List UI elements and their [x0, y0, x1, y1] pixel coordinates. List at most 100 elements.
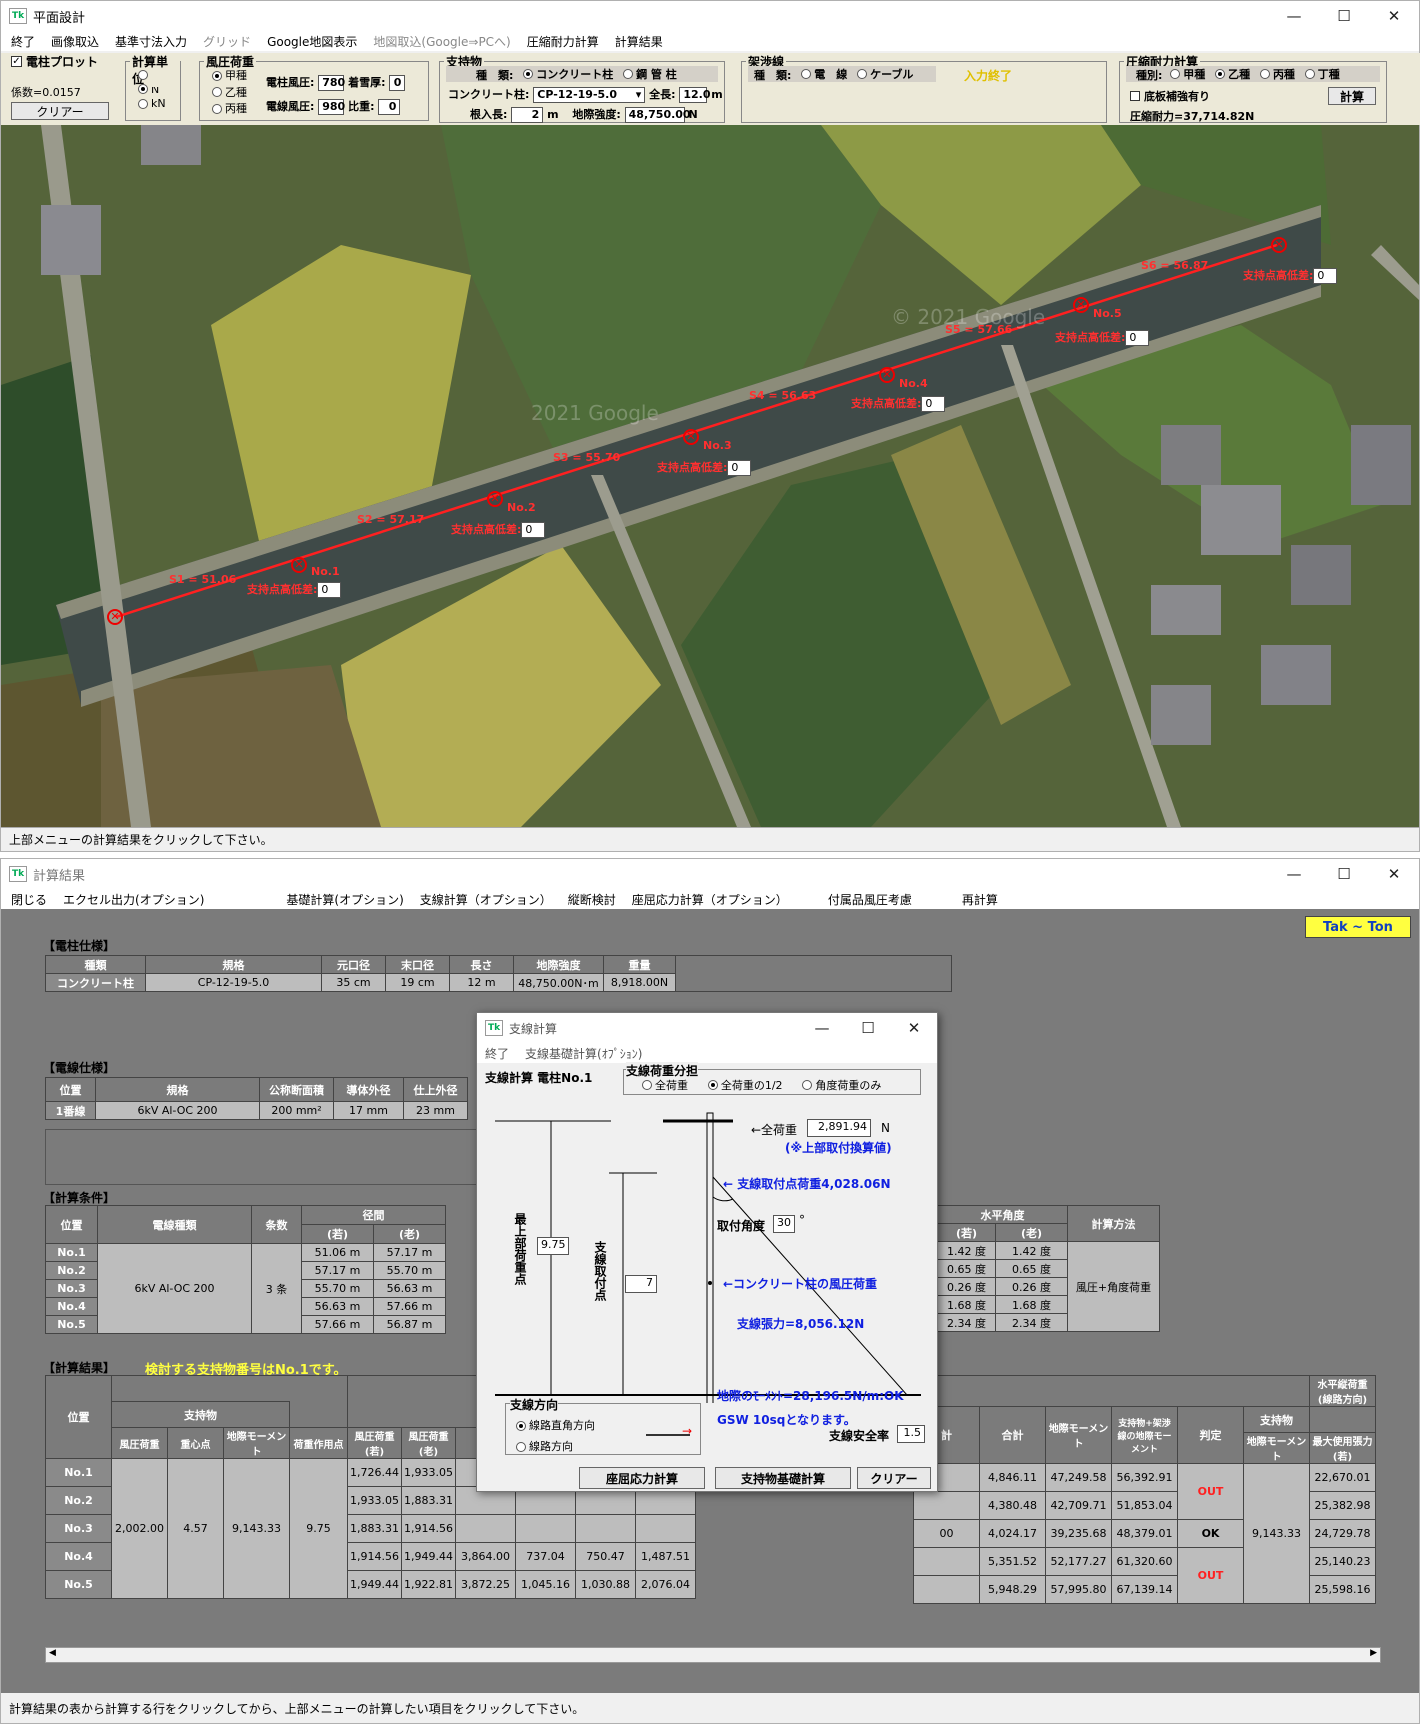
height-diff-input-4[interactable]: 0 — [921, 396, 946, 412]
menu-accessory-wind[interactable]: 付属品風圧考慮 — [828, 891, 912, 908]
scroll-right-icon[interactable]: ▶ — [1370, 1648, 1377, 1658]
wind-class-a[interactable]: 甲種 — [212, 68, 247, 83]
pole-select[interactable]: CP-12-19-5.0 ▾ — [533, 87, 646, 103]
menu-grid[interactable]: グリッド — [203, 33, 251, 50]
pole-marker-start[interactable]: ✕ — [107, 609, 123, 625]
minimize-icon[interactable]: — — [1269, 1, 1319, 31]
wire-type-electric[interactable]: 電 線 — [801, 66, 847, 82]
unit-kn[interactable]: kN — [138, 97, 166, 110]
type-concrete[interactable]: コンクリート柱 — [523, 66, 613, 82]
menu-google-map[interactable]: Google地図表示 — [267, 33, 357, 50]
menu-buckling[interactable]: 座屈応力計算（オプション） — [632, 891, 788, 908]
menu-base-dimension[interactable]: 基準寸法入力 — [115, 33, 187, 50]
load-full[interactable]: 全荷重 — [642, 1077, 688, 1093]
wire-wind-input[interactable]: 980 — [318, 99, 345, 115]
menu-map-import[interactable]: 地図取込(Google⇒PCへ) — [373, 33, 510, 50]
close-icon[interactable]: ✕ — [1369, 859, 1419, 889]
pole-spec-table: 種類 規格 元口径 末口径 長さ 地際強度 重量 コンクリート柱 CP-12-1… — [45, 955, 952, 992]
minimize-icon[interactable]: — — [1269, 859, 1319, 889]
menu-recalc[interactable]: 再計算 — [962, 891, 998, 908]
embed-input[interactable]: 2 — [511, 107, 544, 123]
dir-along[interactable]: 線路方向 — [516, 1437, 573, 1457]
ratio-input[interactable]: 0 — [378, 99, 401, 115]
menu-image-import[interactable]: 画像取込 — [51, 33, 99, 50]
wind-class-c[interactable]: 丙種 — [212, 101, 247, 116]
total-load-input[interactable]: 2,891.94 — [807, 1119, 871, 1137]
pole-wind-input[interactable]: 780 — [318, 75, 345, 91]
conditions-table-right: 水平角度 計算方法 (若) (老) 1.42 度 1.42 度風圧+角度荷重 0.… — [937, 1205, 1160, 1332]
close-icon[interactable]: ✕ — [891, 1013, 937, 1043]
height-diff-input-5[interactable]: 0 — [1125, 330, 1150, 346]
table-row[interactable]: No.1 6kV Al-OC 200 3 条 51.06 m 57.17 m — [45, 1243, 446, 1334]
dialog-menu-foundation[interactable]: 支線基礎計算(ｵﾌﾟｼｮﾝ) — [525, 1045, 642, 1062]
plan-status-bar: 上部メニューの計算結果をクリックして下さい。 — [1, 827, 1419, 851]
pole-spec-title: 【電柱仕様】 — [43, 939, 116, 953]
foundation-calc-button[interactable]: 支持物基礎計算 — [715, 1467, 851, 1489]
comp-class-b[interactable]: 乙種 — [1215, 66, 1250, 82]
height-diff-input-3[interactable]: 0 — [727, 460, 752, 476]
pole-label-2: No.2 — [507, 501, 536, 514]
comp-class-c[interactable]: 丙種 — [1259, 66, 1295, 82]
maximize-icon[interactable]: ☐ — [1319, 859, 1369, 889]
table-row[interactable]: 1番線 6kV Al-OC 200 200 mm² 17 mm 23 mm — [45, 1101, 468, 1120]
menu-exit[interactable]: 終了 — [11, 33, 35, 50]
angle-input[interactable]: 30 — [773, 1215, 795, 1233]
pole-marker-end[interactable]: ✕ — [1271, 237, 1287, 253]
plan-titlebar: Tk 平面設計 — ☐ ✕ — [1, 1, 1419, 31]
maximize-icon[interactable]: ☐ — [1319, 1, 1369, 31]
menu-compression[interactable]: 圧縮耐力計算 — [527, 33, 599, 50]
attach-point-label: 支線取付点 — [593, 1241, 607, 1301]
clear-button[interactable]: クリアー — [11, 102, 109, 120]
menu-excel[interactable]: エクセル出力(オプション) — [63, 891, 204, 908]
buckling-calc-button[interactable]: 座屈応力計算 — [579, 1467, 705, 1489]
plot-checkbox[interactable]: ✓ 電柱プロット — [11, 53, 121, 70]
moment-text: 地際のﾓｰﾒﾝﾄ=28,196.5N/m:OK — [717, 1389, 904, 1403]
menu-results[interactable]: 計算結果 — [615, 33, 663, 50]
type-steel[interactable]: 鋼 管 柱 — [623, 66, 677, 82]
close-icon[interactable]: ✕ — [1369, 1, 1419, 31]
pole-marker-5[interactable]: ✕ — [1073, 297, 1089, 313]
height-diff-input-6[interactable]: 0 — [1313, 268, 1338, 284]
pole-marker-3[interactable]: ✕ — [683, 429, 699, 445]
snow-input[interactable]: 0 — [389, 75, 406, 91]
pole-marker-4[interactable]: ✕ — [879, 367, 895, 383]
table-row[interactable]: コンクリート柱 CP-12-19-5.0 35 cm 19 cm 12 m 48… — [45, 973, 952, 992]
span-label-6: S6 = 56.87 — [1141, 259, 1209, 272]
compression-calc-button[interactable]: 計算 — [1328, 87, 1376, 105]
top-point-input[interactable]: 9.75 — [537, 1237, 569, 1255]
table-row[interactable]: 4,846.11 47,249.58 56,392.91 OUT 9,143.3… — [913, 1463, 1376, 1604]
comp-class-d[interactable]: 丁種 — [1304, 66, 1340, 82]
results-title: 【計算結果】 — [43, 1361, 116, 1375]
load-angle-only[interactable]: 角度荷重のみ — [802, 1077, 881, 1093]
strength-input[interactable]: 48,750.00 — [624, 107, 691, 123]
horizontal-scrollbar[interactable]: ◀ ▶ — [45, 1647, 1381, 1663]
attach-point-input[interactable]: 7 — [625, 1275, 657, 1293]
pole-marker-1[interactable]: ✕ — [291, 557, 307, 573]
height-diff-input-2[interactable]: 0 — [521, 522, 546, 538]
menu-longitudinal[interactable]: 縦断検討 — [568, 891, 616, 908]
comp-class-a[interactable]: 甲種 — [1170, 66, 1205, 82]
col-type: 種類 — [45, 955, 146, 974]
dialog-menu-exit[interactable]: 終了 — [485, 1045, 509, 1062]
safety-input[interactable]: 1.5 — [897, 1425, 925, 1443]
aerial-map[interactable]: ✕ ✕ ✕ ✕ ✕ ✕ ✕ S1 = 51.06 S2 = 57.17 S3 =… — [1, 125, 1419, 827]
menu-guy-calc[interactable]: 支線計算（オプション） — [420, 891, 552, 908]
conditions-table-left: 位置 電線種類 条数 径間 (若) (老) No.1 6kV Al-OC 200… — [45, 1205, 446, 1334]
wind-class-b[interactable]: 乙種 — [212, 85, 247, 100]
menu-foundation[interactable]: 基礎計算(オプション) — [286, 891, 403, 908]
height-diff-input-1[interactable]: 0 — [317, 582, 342, 598]
wire-spec-table: 位置 規格 公称断面積 導体外径 仕上外径 1番線 6kV Al-OC 200 … — [45, 1077, 468, 1120]
minimize-icon[interactable]: — — [799, 1013, 845, 1043]
dir-perpendicular[interactable]: 線路直角方向 — [516, 1416, 595, 1436]
reinforce-checkbox[interactable]: 底板補強有り — [1130, 88, 1210, 104]
wire-type-cable[interactable]: ケーブル — [857, 66, 913, 82]
scroll-left-icon[interactable]: ◀ — [49, 1648, 56, 1658]
menu-close[interactable]: 閉じる — [11, 891, 47, 908]
length-input[interactable]: 12.0 — [679, 87, 710, 103]
load-half[interactable]: 全荷重の1/2 — [707, 1077, 783, 1093]
gsw-text: GSW 10sqとなります。 — [717, 1413, 856, 1427]
dialog-clear-button[interactable]: クリアー — [857, 1467, 931, 1489]
pole-marker-2[interactable]: ✕ — [487, 491, 503, 507]
maximize-icon[interactable]: ☐ — [845, 1013, 891, 1043]
pole-label-5: No.5 — [1093, 307, 1122, 320]
